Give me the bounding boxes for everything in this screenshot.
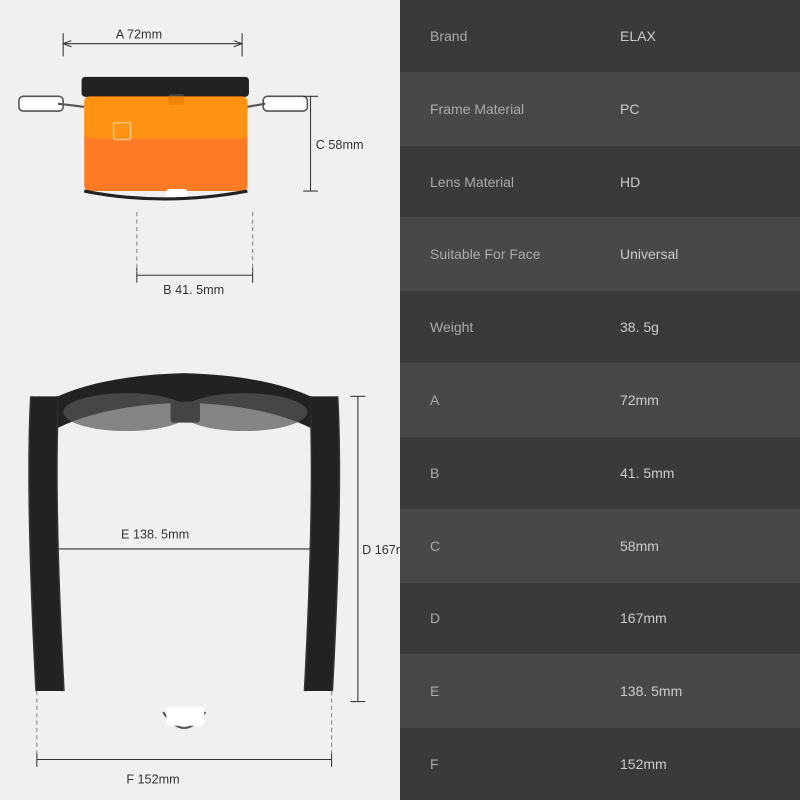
spec-value: 167mm — [600, 610, 800, 626]
spec-label: A — [400, 392, 600, 408]
spec-row-f: F152mm — [400, 728, 800, 800]
spec-label: Brand — [400, 28, 600, 44]
svg-text:B 41. 5mm: B 41. 5mm — [163, 283, 224, 297]
spec-value: 152mm — [600, 756, 800, 772]
spec-value: HD — [600, 174, 800, 190]
spec-label: Suitable For Face — [400, 246, 600, 262]
spec-row-frame-material: Frame MaterialPC — [400, 73, 800, 146]
spec-value: 72mm — [600, 392, 800, 408]
spec-value: ELAX — [600, 28, 800, 44]
spec-row-lens-material: Lens MaterialHD — [400, 146, 800, 219]
spec-value: 138. 5mm — [600, 683, 800, 699]
spec-value: 38. 5g — [600, 319, 800, 335]
spec-label: Weight — [400, 319, 600, 335]
spec-label: Lens Material — [400, 174, 600, 190]
spec-row-a: A72mm — [400, 364, 800, 437]
spec-label: C — [400, 538, 600, 554]
spec-label: Frame Material — [400, 101, 600, 117]
spec-label: F — [400, 756, 600, 772]
spec-value: Universal — [600, 246, 800, 262]
svg-text:A 72mm: A 72mm — [116, 27, 162, 41]
front-view-svg: A 72mm — [0, 0, 400, 340]
spec-row-weight: Weight38. 5g — [400, 291, 800, 364]
svg-text:C 58mm: C 58mm — [316, 138, 364, 152]
spec-row-b: B41. 5mm — [400, 437, 800, 510]
spec-value: PC — [600, 101, 800, 117]
spec-row-brand: BrandELAX — [400, 0, 800, 73]
bottom-diagram: D 167mm E 138. 5mm F 152mm — [0, 340, 400, 800]
spec-row-e: E138. 5mm — [400, 655, 800, 728]
spec-row-d: D167mm — [400, 583, 800, 656]
spec-label: E — [400, 683, 600, 699]
svg-text:D 167mm: D 167mm — [362, 543, 400, 557]
svg-text:F 152mm: F 152mm — [126, 773, 179, 787]
spec-value: 58mm — [600, 538, 800, 554]
top-view-svg: D 167mm E 138. 5mm F 152mm — [0, 340, 400, 800]
spec-label: D — [400, 610, 600, 626]
diagram-panel: A 72mm — [0, 0, 400, 800]
spec-value: 41. 5mm — [600, 465, 800, 481]
top-diagram: A 72mm — [0, 0, 400, 340]
specs-panel: BrandELAXFrame MaterialPCLens MaterialHD… — [400, 0, 800, 800]
spec-row-c: C58mm — [400, 510, 800, 583]
spec-label: B — [400, 465, 600, 481]
svg-text:E 138. 5mm: E 138. 5mm — [121, 527, 189, 541]
spec-row-suitable-for-face: Suitable For FaceUniversal — [400, 218, 800, 291]
